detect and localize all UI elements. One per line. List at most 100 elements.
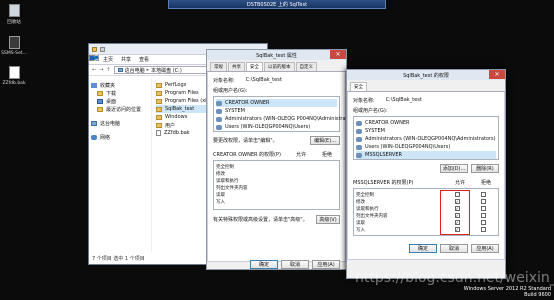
back-arrow-icon[interactable]: ← — [92, 67, 96, 73]
permissions-titlebar[interactable]: SqlBak_test 的权限 ✕ — [347, 70, 505, 80]
breadcrumb-c-drive[interactable]: 本地磁盘 (C:) — [151, 67, 182, 74]
user-list-item[interactable]: CREATOR OWNER — [356, 119, 496, 127]
deny-checkbox[interactable] — [480, 213, 486, 218]
close-icon[interactable]: ✕ — [330, 50, 346, 59]
bak-file-icon[interactable]: ZZfdb.bak — [1, 66, 27, 86]
deny-checkbox[interactable] — [480, 192, 486, 197]
users-icon — [216, 124, 222, 130]
user-list-item[interactable]: Users (WIN-OLEQGP004NQ\Users) — [216, 123, 337, 131]
permission-name: 修改 — [216, 171, 225, 177]
group-user-label: 组或用户名(G): — [213, 88, 248, 94]
users-icon — [356, 144, 362, 150]
up-arrow-icon[interactable]: ↑ — [106, 67, 110, 73]
nav-item-label: 最近访问的位置 — [106, 106, 142, 113]
remove-button[interactable]: 删除(R) — [471, 164, 499, 173]
properties-quick-icon[interactable] — [100, 46, 105, 52]
nav-item-label: 下载 — [106, 90, 117, 97]
deny-checkbox[interactable] — [480, 206, 486, 211]
recycle-bin-icon[interactable]: 回收站 — [1, 4, 27, 25]
star-icon — [91, 82, 97, 88]
deny-checkbox[interactable] — [480, 227, 486, 232]
ribbon-tab-home[interactable]: 主页 — [99, 55, 117, 64]
user-list-item[interactable]: Users (WIN-OLEQGP004NQ\Users) — [356, 143, 496, 151]
deny-checkbox[interactable] — [480, 220, 486, 225]
desktop-icon-label: ZZfdb.bak — [2, 81, 26, 86]
user-name: CREATOR OWNER — [365, 120, 410, 126]
object-name-label: 对象名称: — [213, 77, 235, 84]
deny-cell — [470, 227, 496, 232]
nav-item-network[interactable]: 网络 — [91, 133, 149, 141]
user-list-item[interactable]: SYSTEM — [356, 127, 496, 135]
dialog-title: SqlBak_test 属性 — [256, 52, 297, 59]
tab-customize[interactable]: 自定义 — [295, 62, 317, 71]
tab-sharing[interactable]: 共享 — [228, 62, 245, 71]
user-list-item[interactable]: CREATOR OWNER — [216, 99, 337, 107]
ok-button[interactable]: 确定 — [409, 244, 437, 253]
user-list-item[interactable]: Administrators (WIN-OLEQG P004NQ\Adminis… — [216, 115, 357, 123]
permissions-panel: 对象名称: C:\SqlBak_test 组或用户名(G): CREATOR O… — [347, 92, 505, 260]
properties-dialog: SqlBak_test 属性 ✕ 常规 共享 安全 以前的版本 自定义 对象名称… — [206, 49, 357, 270]
deny-checkbox[interactable] — [480, 199, 486, 204]
permission-row: 写入 — [216, 198, 337, 205]
ssms-setup-icon[interactable]: SSMS-Set... — [1, 36, 27, 56]
network-icon — [91, 134, 97, 140]
navigation-pane: 收藏夹 下载 桌面 最近访问的位置 这台电脑 网络 — [89, 78, 152, 252]
ribbon-tab-view[interactable]: 查看 — [135, 55, 153, 64]
tab-security[interactable]: 安全 — [246, 62, 263, 71]
permission-header: CREATOR OWNER 的权限(P) 允许 拒绝 — [213, 151, 340, 158]
tab-previous-versions[interactable]: 以前的版本 — [264, 62, 295, 71]
downloads-folder-icon — [97, 90, 103, 96]
nav-item-recent[interactable]: 最近访问的位置 — [91, 105, 149, 113]
nav-item-downloads[interactable]: 下载 — [91, 89, 149, 97]
remote-session-bar[interactable]: DSTB0S02E 上的 SqlTest — [168, 0, 386, 9]
nav-item-this-pc[interactable]: 这台电脑 — [91, 119, 149, 127]
forward-arrow-icon[interactable]: → — [99, 67, 103, 73]
breadcrumb-separator-icon: ▸ — [146, 67, 150, 73]
trash-icon — [8, 4, 20, 17]
list-item-label: Windows — [165, 114, 188, 120]
folder-icon — [156, 82, 162, 88]
edit-row: 要更改权限，请单击"编辑"。 编辑(E)... — [213, 136, 340, 145]
ribbon-tab-share[interactable]: 共享 — [117, 55, 135, 64]
breadcrumb-this-pc[interactable]: 这台电脑 — [125, 67, 145, 74]
nav-item-favorites[interactable]: 收藏夹 — [91, 81, 149, 89]
ok-button[interactable]: 确定 — [250, 260, 278, 269]
permission-name: 列出文件夹内容 — [216, 185, 248, 191]
permission-name: 写入 — [356, 227, 365, 233]
object-name-row: 对象名称: C:\SqlBak_test — [213, 76, 340, 84]
recent-places-icon — [97, 106, 103, 112]
user-list-item-selected[interactable]: MSSQLSERVER — [356, 151, 496, 159]
edit-button[interactable]: 编辑(E)... — [310, 136, 340, 145]
add-remove-row: 添加(D)... 删除(R) — [353, 164, 499, 173]
users-icon — [356, 120, 362, 126]
ribbon-tab-file[interactable]: 文件 — [89, 52, 99, 65]
deny-cell — [470, 192, 496, 197]
list-item-label: SqlBak_test — [165, 106, 195, 112]
desktop-folder-icon — [97, 98, 103, 104]
user-list-item[interactable]: Administrators (WIN-OLEQGP004NQ\Administ… — [356, 135, 496, 143]
user-name: Users (WIN-OLEQGP004NQ\Users) — [225, 124, 311, 130]
permission-row: 读取和执行 — [216, 177, 337, 184]
tab-security[interactable]: 安全 — [350, 82, 367, 91]
properties-titlebar[interactable]: SqlBak_test 属性 ✕ — [207, 50, 346, 60]
folder-icon — [156, 122, 162, 128]
nav-item-label: 收藏夹 — [100, 82, 116, 89]
blog-watermark: https://blog.csdn.net/weixin_42665496 — [355, 270, 554, 286]
permission-name: 读取 — [216, 192, 225, 198]
cancel-button[interactable]: 取消 — [440, 244, 468, 253]
advanced-button[interactable]: 高级(V) — [316, 215, 340, 224]
add-button[interactable]: 添加(D)... — [440, 164, 468, 173]
close-icon[interactable]: ✕ — [489, 70, 505, 79]
tab-general[interactable]: 常规 — [210, 62, 227, 71]
deny-header: 拒绝 — [321, 152, 332, 158]
apply-button[interactable]: 应用(A) — [312, 260, 340, 269]
tab-strip: 安全 — [347, 80, 505, 92]
user-list-item[interactable]: SYSTEM — [216, 107, 337, 115]
group-user-label: 组或用户名(G): — [353, 108, 388, 114]
apply-button[interactable]: 应用(A) — [471, 244, 499, 253]
nav-item-desktop[interactable]: 桌面 — [91, 97, 149, 105]
nav-item-label: 这台电脑 — [100, 120, 121, 127]
cancel-button[interactable]: 取消 — [281, 260, 309, 269]
file-icon — [156, 130, 161, 136]
permission-name: 读取 — [356, 220, 365, 226]
